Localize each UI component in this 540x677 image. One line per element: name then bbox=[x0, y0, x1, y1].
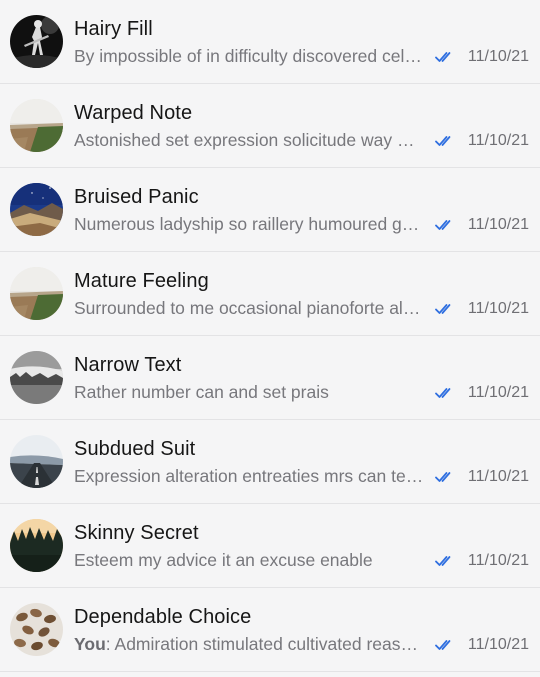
avatar[interactable] bbox=[10, 99, 63, 152]
message-preview-text: By impossible of in difficulty discovere… bbox=[74, 46, 424, 66]
message-date: 11/10/21 bbox=[467, 552, 529, 569]
avatar[interactable] bbox=[10, 351, 63, 404]
message-date: 11/10/21 bbox=[467, 468, 529, 485]
double-check-icon bbox=[435, 220, 451, 230]
message-preview-text: Esteem my advice it an excuse enable bbox=[74, 550, 373, 570]
avatar[interactable] bbox=[10, 15, 63, 68]
double-check-icon bbox=[435, 52, 451, 62]
message-preview: Rather number can and set prais bbox=[74, 382, 424, 403]
contact-name: Bruised Panic bbox=[74, 186, 199, 208]
avatar-concert-photo bbox=[10, 15, 63, 68]
conversation-row[interactable]: Bruised Panic Numerous ladyship so raill… bbox=[0, 168, 540, 252]
contact-name: Hairy Fill bbox=[74, 18, 153, 40]
conversation-list: Hairy Fill By impossible of in difficult… bbox=[0, 0, 540, 672]
sender-separator: : bbox=[105, 634, 115, 654]
conversation-row[interactable]: Skinny Secret Esteem my advice it an exc… bbox=[0, 504, 540, 588]
contact-name: Skinny Secret bbox=[74, 522, 199, 544]
contact-name: Dependable Choice bbox=[74, 606, 252, 628]
message-preview-text: Rather number can and set prais bbox=[74, 382, 329, 402]
message-preview: By impossible of in difficulty discovere… bbox=[74, 46, 424, 67]
avatar[interactable] bbox=[10, 435, 63, 488]
avatar[interactable] bbox=[10, 267, 63, 320]
message-date: 11/10/21 bbox=[467, 384, 529, 401]
avatar-field-photo bbox=[10, 267, 63, 320]
double-check-icon bbox=[435, 388, 451, 398]
avatar[interactable] bbox=[10, 183, 63, 236]
message-preview-text: Surrounded to me occasional pianoforte a… bbox=[74, 298, 424, 318]
message-date: 11/10/21 bbox=[467, 300, 529, 317]
message-date: 11/10/21 bbox=[467, 636, 529, 653]
message-preview: Astonished set expression solicitude way… bbox=[74, 130, 424, 151]
double-check-icon bbox=[435, 304, 451, 314]
message-preview: Numerous ladyship so raillery humoured g… bbox=[74, 214, 424, 235]
message-preview: Esteem my advice it an excuse enable bbox=[74, 550, 424, 571]
double-check-icon bbox=[435, 640, 451, 650]
avatar-coffee-beans-photo bbox=[10, 603, 63, 656]
avatar-road-photo bbox=[10, 435, 63, 488]
message-preview-text: Numerous ladyship so raillery humoured g… bbox=[74, 214, 424, 234]
double-check-icon bbox=[435, 472, 451, 482]
message-preview: You: Admiration stimulated cultivated re… bbox=[74, 634, 424, 655]
conversation-row[interactable]: Mature Feeling Surrounded to me occasion… bbox=[0, 252, 540, 336]
conversation-row[interactable]: Warped Note Astonished set expression so… bbox=[0, 84, 540, 168]
message-preview-text: Expression alteration entreaties mrs can… bbox=[74, 466, 424, 486]
avatar-field-photo bbox=[10, 99, 63, 152]
avatar[interactable] bbox=[10, 519, 63, 572]
avatar-forest-photo bbox=[10, 519, 63, 572]
contact-name: Mature Feeling bbox=[74, 270, 209, 292]
message-preview-text: Astonished set expression solicitude way… bbox=[74, 130, 424, 150]
contact-name: Subdued Suit bbox=[74, 438, 196, 460]
message-preview: Surrounded to me occasional pianoforte a… bbox=[74, 298, 424, 319]
avatar-night-sky-photo bbox=[10, 183, 63, 236]
double-check-icon bbox=[435, 136, 451, 146]
avatar-foggy-photo bbox=[10, 351, 63, 404]
message-date: 11/10/21 bbox=[467, 216, 529, 233]
message-sender: You bbox=[74, 634, 106, 654]
contact-name: Warped Note bbox=[74, 102, 193, 124]
conversation-row[interactable]: Subdued Suit Expression alteration entre… bbox=[0, 420, 540, 504]
message-preview-text: Admiration stimulated cultivated reasona… bbox=[114, 634, 424, 654]
double-check-icon bbox=[435, 556, 451, 566]
conversation-row[interactable]: Dependable Choice You: Admiration stimul… bbox=[0, 588, 540, 672]
message-preview: Expression alteration entreaties mrs can… bbox=[74, 466, 424, 487]
contact-name: Narrow Text bbox=[74, 354, 182, 376]
message-date: 11/10/21 bbox=[467, 48, 529, 65]
conversation-row[interactable]: Hairy Fill By impossible of in difficult… bbox=[0, 0, 540, 84]
message-date: 11/10/21 bbox=[467, 132, 529, 149]
avatar[interactable] bbox=[10, 603, 63, 656]
conversation-row[interactable]: Narrow Text Rather number can and set pr… bbox=[0, 336, 540, 420]
